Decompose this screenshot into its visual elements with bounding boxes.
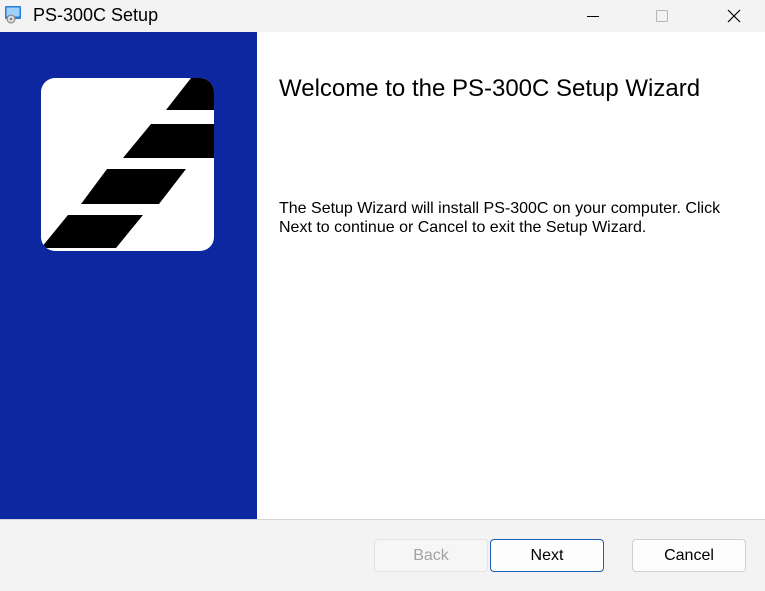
wizard-description: The Setup Wizard will install PS-300C on… (279, 200, 721, 236)
setup-window: PS-300C Setup Welcome to the PS-300C Set… (0, 0, 765, 591)
close-icon (727, 9, 741, 23)
minimize-icon (587, 16, 599, 17)
wizard-banner (0, 32, 257, 519)
cancel-button[interactable]: Cancel (632, 539, 746, 572)
page-title: Welcome to the PS-300C Setup Wizard (279, 75, 701, 102)
close-button[interactable] (711, 0, 757, 32)
wizard-footer: Back Next Cancel (0, 520, 765, 591)
maximize-button (639, 0, 685, 32)
diagonal-stripes-logo-icon (41, 78, 214, 251)
installer-package-icon (4, 4, 24, 24)
window-title: PS-300C Setup (33, 5, 159, 25)
maximize-icon (656, 10, 668, 22)
wizard-content: Welcome to the PS-300C Setup Wizard The … (257, 32, 765, 519)
minimize-button[interactable] (570, 0, 616, 32)
next-button[interactable]: Next (490, 539, 604, 572)
title-bar[interactable]: PS-300C Setup (0, 0, 765, 32)
back-button: Back (374, 539, 488, 572)
